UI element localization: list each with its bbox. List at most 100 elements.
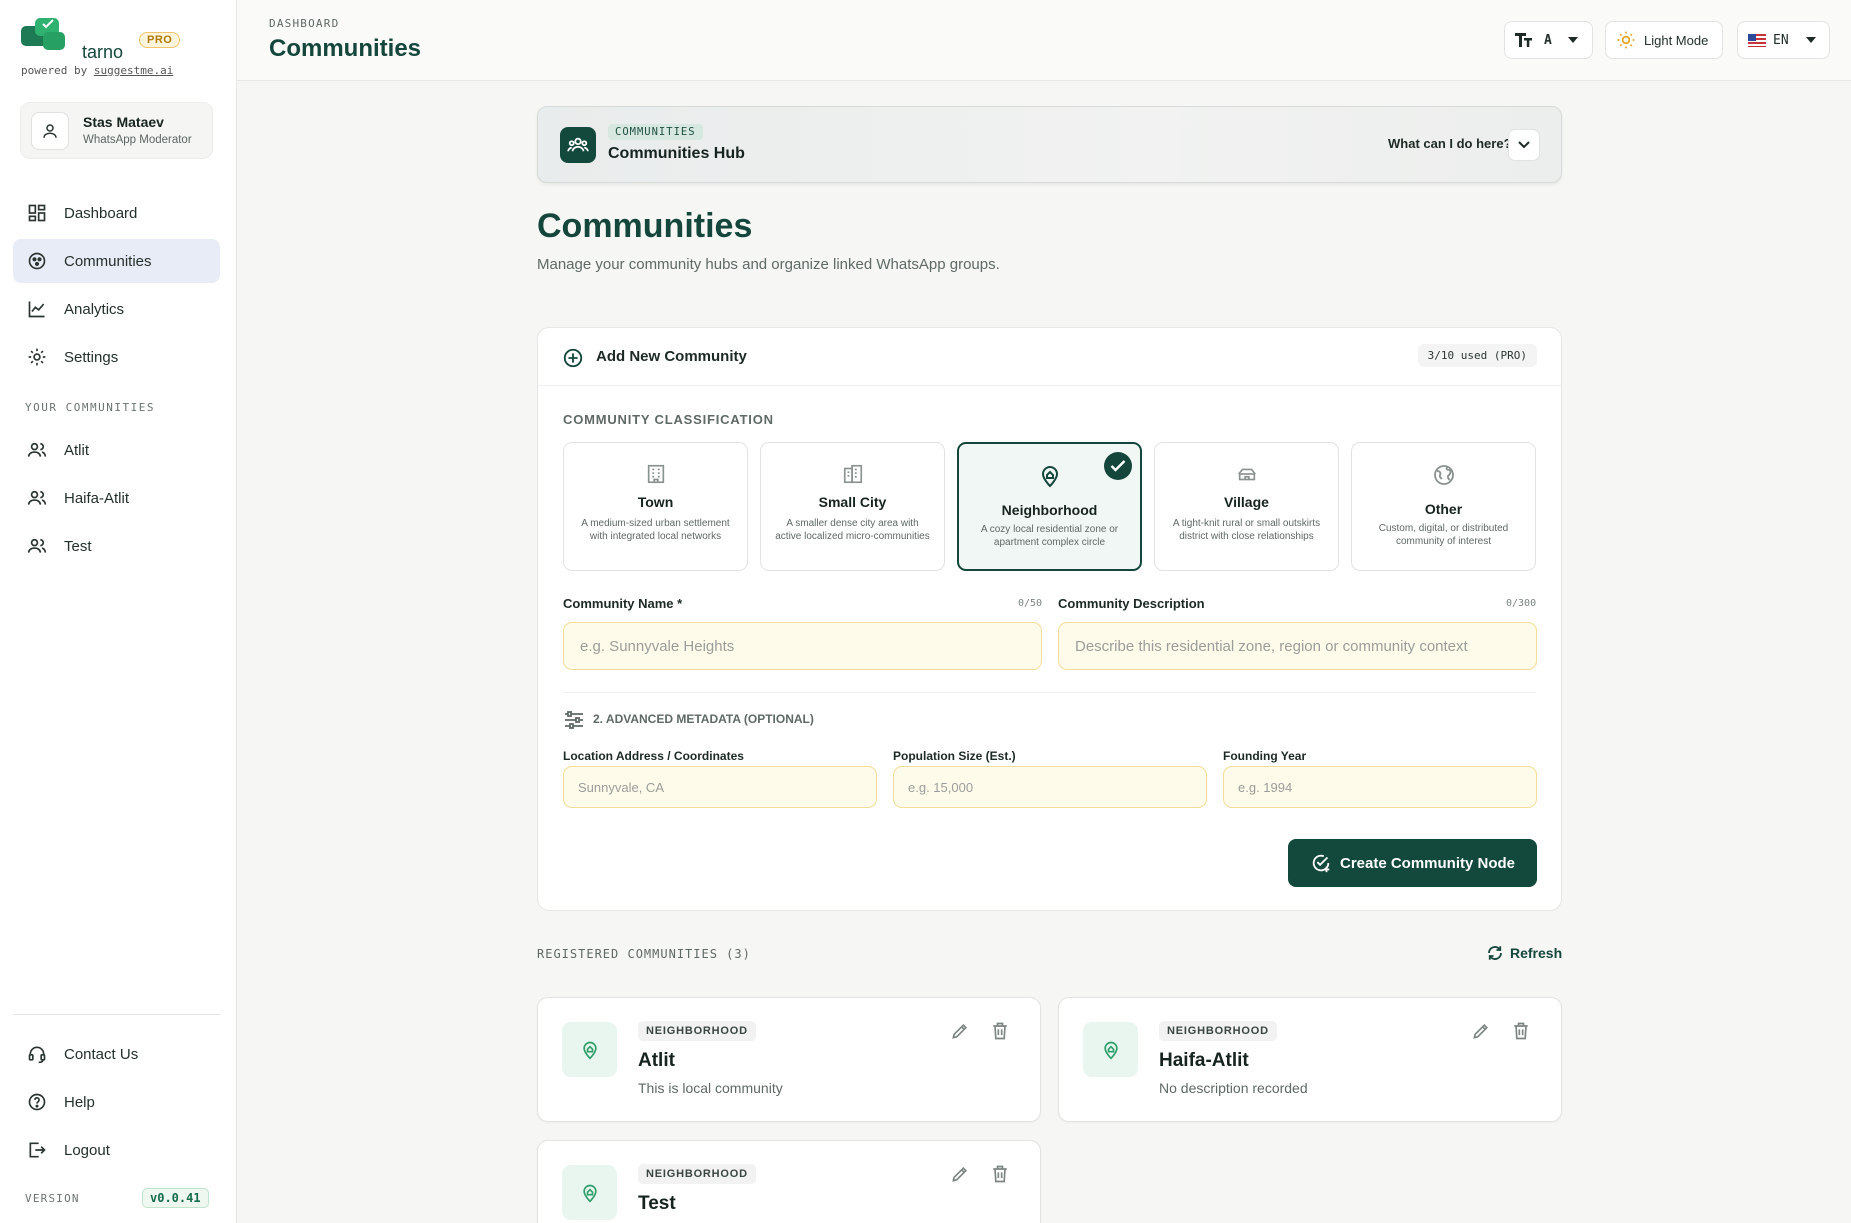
community-description: This is local community: [638, 1080, 783, 1096]
sidebar-item-label: Haifa-Atlit: [64, 489, 130, 507]
nav-logout[interactable]: Logout: [13, 1128, 220, 1172]
community-description-input[interactable]: [1058, 622, 1537, 670]
community-name: Atlit: [638, 1050, 675, 1071]
edit-button[interactable]: [1471, 1021, 1491, 1041]
avatar: [31, 112, 69, 150]
pencil-icon: [952, 1166, 968, 1182]
user-role: WhatsApp Moderator: [83, 134, 192, 146]
brand-name: tarno: [82, 42, 124, 62]
option-title: Small City: [818, 494, 887, 510]
community-name-label: Community Name *: [563, 596, 683, 611]
nav-analytics[interactable]: Analytics: [13, 287, 220, 331]
option-desc: A smaller dense city area with active lo…: [775, 518, 930, 542]
founding-year-input[interactable]: [1223, 766, 1537, 808]
page-subtitle: Manage your community hubs and organize …: [537, 256, 1000, 273]
headset-icon: [26, 1043, 48, 1065]
community-type-tag: NEIGHBORHOOD: [1159, 1021, 1277, 1041]
expand-help-button[interactable]: [1508, 129, 1540, 161]
language-select[interactable]: EN: [1737, 21, 1830, 59]
nav-label: Dashboard: [64, 204, 138, 222]
population-label: Population Size (Est.): [893, 749, 1016, 763]
option-title: Neighborhood: [1001, 502, 1098, 518]
nav-settings[interactable]: Settings: [13, 335, 220, 379]
topbar: DASHBOARD Communities A Light Mode EN: [237, 0, 1851, 81]
option-desc: A medium-sized urban settlement with int…: [581, 518, 730, 542]
powered-by: powered by suggestme.ai: [21, 64, 174, 77]
card-header: Add New Community 3/10 used (PRO): [538, 328, 1561, 386]
option-desc: A tight-knit rural or small outskirts di…: [1172, 518, 1321, 542]
option-neighborhood[interactable]: Neighborhood A cozy local residential zo…: [957, 442, 1142, 571]
pencil-icon: [952, 1023, 968, 1039]
nav-dashboard[interactable]: Dashboard: [13, 191, 220, 235]
theme-toggle-button[interactable]: Light Mode: [1605, 21, 1723, 59]
page-title: Communities: [537, 207, 753, 245]
create-community-button[interactable]: Create Community Node: [1288, 839, 1537, 887]
section-label: YOUR COMMUNITIES: [25, 401, 155, 414]
community-description-label: Community Description: [1058, 596, 1205, 611]
breadcrumb[interactable]: DASHBOARD: [269, 17, 339, 30]
community-name: Test: [638, 1193, 676, 1214]
population-input[interactable]: [893, 766, 1207, 808]
village-icon: [1155, 463, 1338, 485]
hub-tag: COMMUNITIES: [608, 124, 703, 140]
refresh-label: Refresh: [1510, 945, 1563, 961]
font-size-value: A: [1544, 32, 1552, 48]
hub-title: Communities Hub: [608, 145, 745, 162]
version-badge: v0.0.41: [142, 1188, 209, 1208]
user-card[interactable]: Stas Mataev WhatsApp Moderator: [20, 102, 213, 159]
option-small-city[interactable]: Small City A smaller dense city area wit…: [760, 442, 945, 571]
community-card-atlit[interactable]: NEIGHBORHOOD Atlit This is local communi…: [537, 997, 1041, 1122]
nav-contact-us[interactable]: Contact Us: [13, 1032, 220, 1076]
card-title: Add New Community: [596, 348, 747, 365]
location-label: Location Address / Coordinates: [563, 749, 744, 763]
home-pin-icon: [562, 1022, 617, 1077]
pencil-icon: [1473, 1023, 1489, 1039]
sidebar-item-atlit[interactable]: Atlit: [13, 428, 220, 472]
check-icon: [1104, 452, 1132, 480]
trash-icon: [1514, 1022, 1528, 1040]
community-description-count: 0/300: [1506, 598, 1537, 609]
delete-button[interactable]: [990, 1164, 1010, 1184]
create-community-label: Create Community Node: [1339, 854, 1516, 872]
help-icon: [26, 1091, 48, 1113]
sidebar-item-haifa-atlit[interactable]: Haifa-Atlit: [13, 476, 220, 520]
logout-icon: [26, 1139, 48, 1161]
powered-link[interactable]: suggestme.ai: [94, 64, 173, 77]
text-size-icon: [1515, 33, 1532, 47]
founding-year-label: Founding Year: [1223, 749, 1307, 763]
option-title: Village: [1224, 494, 1269, 510]
community-type-tag: NEIGHBORHOOD: [638, 1021, 756, 1041]
refresh-button[interactable]: Refresh: [1486, 944, 1562, 962]
font-size-button[interactable]: A: [1504, 21, 1593, 59]
brand[interactable]: tarno PRO powered by suggestme.ai: [21, 18, 221, 80]
language-value: EN: [1773, 32, 1789, 48]
nav-communities[interactable]: Communities: [13, 239, 220, 283]
location-input[interactable]: [563, 766, 877, 808]
community-name-input[interactable]: [563, 622, 1042, 670]
nav-label: Communities: [64, 252, 152, 270]
page-header-title: Communities: [269, 35, 422, 62]
option-other[interactable]: Other Custom, digital, or distributed co…: [1351, 442, 1536, 571]
hub-banner: COMMUNITIES Communities Hub What can I d…: [537, 106, 1562, 183]
nav-help[interactable]: Help: [13, 1080, 220, 1124]
community-card-test[interactable]: NEIGHBORHOOD Test: [537, 1140, 1041, 1223]
delete-button[interactable]: [1511, 1021, 1531, 1041]
community-card-haifa-atlit[interactable]: NEIGHBORHOOD Haifa-Atlit No description …: [1058, 997, 1562, 1122]
delete-button[interactable]: [990, 1021, 1010, 1041]
chevron-down-icon: [1567, 37, 1578, 43]
gear-icon: [26, 346, 48, 368]
add-community-card: Add New Community 3/10 used (PRO) COMMUN…: [537, 327, 1562, 911]
option-town[interactable]: Town A medium-sized urban settlement wit…: [563, 442, 748, 571]
user-name: Stas Mataev: [83, 114, 164, 130]
option-village[interactable]: Village A tight-knit rural or small outs…: [1154, 442, 1339, 571]
divider: [563, 692, 1536, 693]
community-group-icon: [560, 127, 596, 163]
nav-label: Analytics: [64, 300, 125, 318]
users-icon: [26, 487, 48, 509]
sliders-icon: [565, 711, 583, 729]
city-icon: [761, 463, 944, 485]
help-prompt[interactable]: What can I do here?: [1388, 136, 1512, 151]
edit-button[interactable]: [950, 1021, 970, 1041]
edit-button[interactable]: [950, 1164, 970, 1184]
sidebar-item-test[interactable]: Test: [13, 524, 220, 568]
